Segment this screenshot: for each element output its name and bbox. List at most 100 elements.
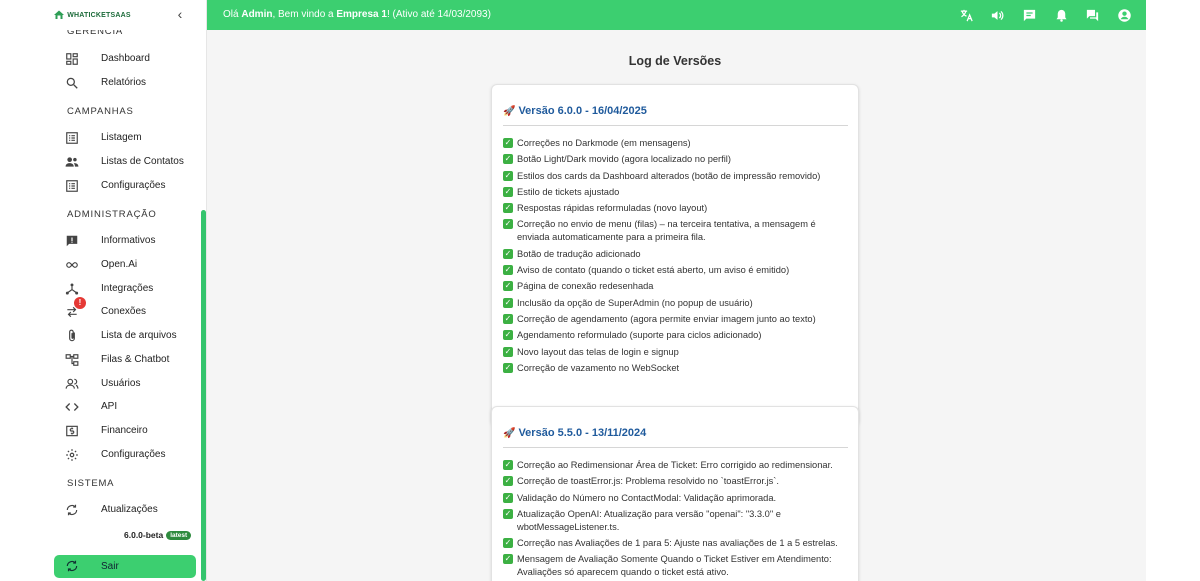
app-logo[interactable]: WHATICKETSAAS bbox=[53, 9, 131, 21]
sidebar-item-openai[interactable]: Open.Ai bbox=[54, 254, 196, 276]
sidebar-item-relatorios[interactable]: Relatórios bbox=[54, 72, 196, 94]
sidebar-item-integracoes[interactable]: Integrações bbox=[54, 278, 196, 300]
list-item: ✓ Correção de toastError.js: Problema res… bbox=[503, 476, 779, 487]
checkbox-icon: ✓ bbox=[503, 460, 513, 470]
sidebar-item-financeiro[interactable]: Financeiro bbox=[54, 420, 196, 442]
money-icon bbox=[65, 424, 79, 438]
infinity-icon bbox=[65, 258, 79, 272]
list-item: ✓ Página de conexão redesenhada bbox=[503, 281, 654, 292]
greeting-suffix: ! (Ativo até 14/03/2093) bbox=[386, 9, 491, 20]
people-icon bbox=[65, 155, 79, 169]
sidebar-item-configuracoes-campanha[interactable]: Configurações bbox=[54, 175, 196, 197]
search-icon bbox=[65, 76, 79, 90]
release-card: 🚀 Versão 5.5.0 - 13/11/2024 ✓ Correção ao … bbox=[491, 406, 859, 581]
list-item: ✓ Respostas rápidas reformuladas (novo la… bbox=[503, 203, 708, 214]
gear-icon bbox=[65, 448, 79, 462]
list-item: ✓ Atualização OpenAI: Atualização para ve… bbox=[503, 508, 781, 532]
checkbox-icon: ✓ bbox=[503, 138, 513, 148]
sidebar-item-label: Integrações bbox=[101, 283, 154, 294]
greeting-user: Admin bbox=[241, 9, 273, 20]
checkbox-icon: ✓ bbox=[503, 346, 513, 357]
sidebar-item-filas-chatbot[interactable]: Filas & Chatbot bbox=[54, 349, 196, 371]
sidebar: WHATICKETSAAS ‹ GERÊNCIA Dashboard Relat… bbox=[0, 0, 207, 581]
list-item: ✓ Correção no envio de menu (filas) – na … bbox=[503, 219, 816, 243]
sidebar-item-listas-contatos[interactable]: Listas de Contatos bbox=[54, 151, 196, 173]
list-item: ✓ Novo layout das telas de login e signup bbox=[503, 346, 679, 357]
account-circle-icon[interactable] bbox=[1116, 7, 1132, 23]
checkbox-icon: ✓ bbox=[503, 154, 513, 165]
sidebar-item-atualizacoes[interactable]: Atualizações bbox=[54, 499, 196, 521]
sidebar-item-label: Dashboard bbox=[101, 53, 150, 64]
sidebar-item-label: Listagem bbox=[101, 132, 142, 143]
release-items: ✓ Correção ao Redimensionar Área de Ticke… bbox=[503, 459, 850, 581]
code-icon bbox=[65, 400, 79, 414]
hub-icon bbox=[65, 282, 79, 296]
section-campanhas: CAMPANHAS bbox=[67, 106, 134, 117]
sidebar-item-dashboard[interactable]: Dashboard bbox=[54, 48, 196, 70]
version-indicator: 6.0.0-beta latest bbox=[124, 530, 192, 540]
chevron-left-icon[interactable]: ‹ bbox=[172, 6, 188, 22]
list-item: ✓ Estilo de tickets ajustado bbox=[503, 186, 620, 197]
checkbox-icon: ✓ bbox=[503, 538, 513, 549]
sidebar-item-label: Relatórios bbox=[101, 77, 147, 88]
checkbox-icon: ✓ bbox=[503, 265, 513, 276]
sidebar-item-informativos[interactable]: Informativos bbox=[54, 230, 196, 252]
sidebar-item-label: Financeiro bbox=[101, 425, 148, 436]
checkbox-icon: ✓ bbox=[503, 313, 513, 324]
sidebar-item-label: Atualizações bbox=[101, 504, 158, 515]
list-item: ✓ Botão de tradução adicionado bbox=[503, 248, 641, 259]
sidebar-item-conexoes[interactable]: ! Conexões bbox=[54, 297, 196, 323]
checkbox-icon: ✓ bbox=[503, 248, 513, 259]
logo-text: WHATICKETSAAS bbox=[67, 11, 131, 19]
release-title: 🚀 Versão 6.0.0 - 16/04/2025 bbox=[503, 105, 647, 117]
list-item: ✓ Mensagem de Avaliação Somente Quando o … bbox=[503, 554, 832, 578]
volume-icon[interactable] bbox=[989, 7, 1005, 23]
list-item: ✓ Aviso de contato (quando o ticket está … bbox=[503, 265, 790, 276]
conexoes-alert-badge: ! bbox=[74, 297, 86, 309]
sidebar-item-lista-arquivos[interactable]: Lista de arquivos bbox=[54, 325, 196, 347]
translate-icon[interactable] bbox=[958, 7, 974, 23]
flow-icon bbox=[65, 353, 79, 367]
list-item: ✓ Validação do Número no ContactModal: Va… bbox=[503, 492, 777, 503]
sidebar-item-label: Configurações bbox=[101, 449, 166, 460]
page-title: Log de Versões bbox=[628, 54, 722, 68]
bell-icon[interactable] bbox=[1053, 7, 1069, 23]
list-item: ✓ Correção de agendamento (agora permite … bbox=[503, 313, 816, 324]
checkbox-icon: ✓ bbox=[503, 476, 513, 487]
sidebar-item-label: Filas & Chatbot bbox=[101, 354, 170, 365]
users-icon bbox=[65, 377, 79, 391]
list-item: ✓ Agendamento reformulado (suporte para c… bbox=[503, 330, 762, 341]
sidebar-item-label: Conexões bbox=[101, 306, 147, 317]
sidebar-scrollbar[interactable] bbox=[201, 210, 206, 581]
release-title-text: Versão 5.5.0 - 13/11/2024 bbox=[518, 427, 647, 439]
greeting-company: Empresa 1 bbox=[336, 9, 387, 20]
section-sistema: SISTEMA bbox=[67, 478, 115, 489]
divider bbox=[503, 125, 848, 126]
sidebar-header: WHATICKETSAAS ‹ bbox=[0, 0, 206, 30]
sidebar-item-label: Configurações bbox=[101, 180, 166, 191]
sidebar-item-usuarios[interactable]: Usuários bbox=[54, 373, 196, 395]
list-icon bbox=[65, 131, 79, 145]
logout-label: Sair bbox=[101, 561, 119, 572]
checkbox-icon: ✓ bbox=[503, 508, 513, 519]
chat-icon[interactable] bbox=[1021, 7, 1037, 23]
version-tag: latest bbox=[166, 530, 192, 540]
release-title-text: Versão 6.0.0 - 16/04/2025 bbox=[518, 105, 647, 117]
dashboard-icon bbox=[65, 52, 79, 66]
topbar: Olá Admin, Bem vindo a Empresa 1! (Ativo… bbox=[207, 0, 1146, 30]
checkbox-icon: ✓ bbox=[503, 186, 513, 197]
checkbox-icon: ✓ bbox=[503, 203, 513, 214]
sync-icon bbox=[65, 503, 79, 517]
sidebar-item-configuracoes[interactable]: Configurações bbox=[54, 444, 196, 466]
checkbox-icon: ✓ bbox=[503, 330, 513, 341]
forum-icon[interactable] bbox=[1084, 7, 1100, 23]
rocket-icon: 🚀 bbox=[503, 106, 516, 117]
checkbox-icon: ✓ bbox=[503, 170, 513, 181]
logout-button[interactable]: Sair bbox=[54, 555, 196, 578]
list-item: ✓ Inclusão da opção de SuperAdmin (no pop… bbox=[503, 297, 753, 308]
sidebar-item-listagem[interactable]: Listagem bbox=[54, 127, 196, 149]
sidebar-item-api[interactable]: API bbox=[54, 396, 196, 418]
list-item: ✓ Estilos dos cards da Dashboard alterado… bbox=[503, 170, 821, 181]
announcement-icon bbox=[65, 234, 79, 248]
attach-icon bbox=[65, 329, 79, 343]
